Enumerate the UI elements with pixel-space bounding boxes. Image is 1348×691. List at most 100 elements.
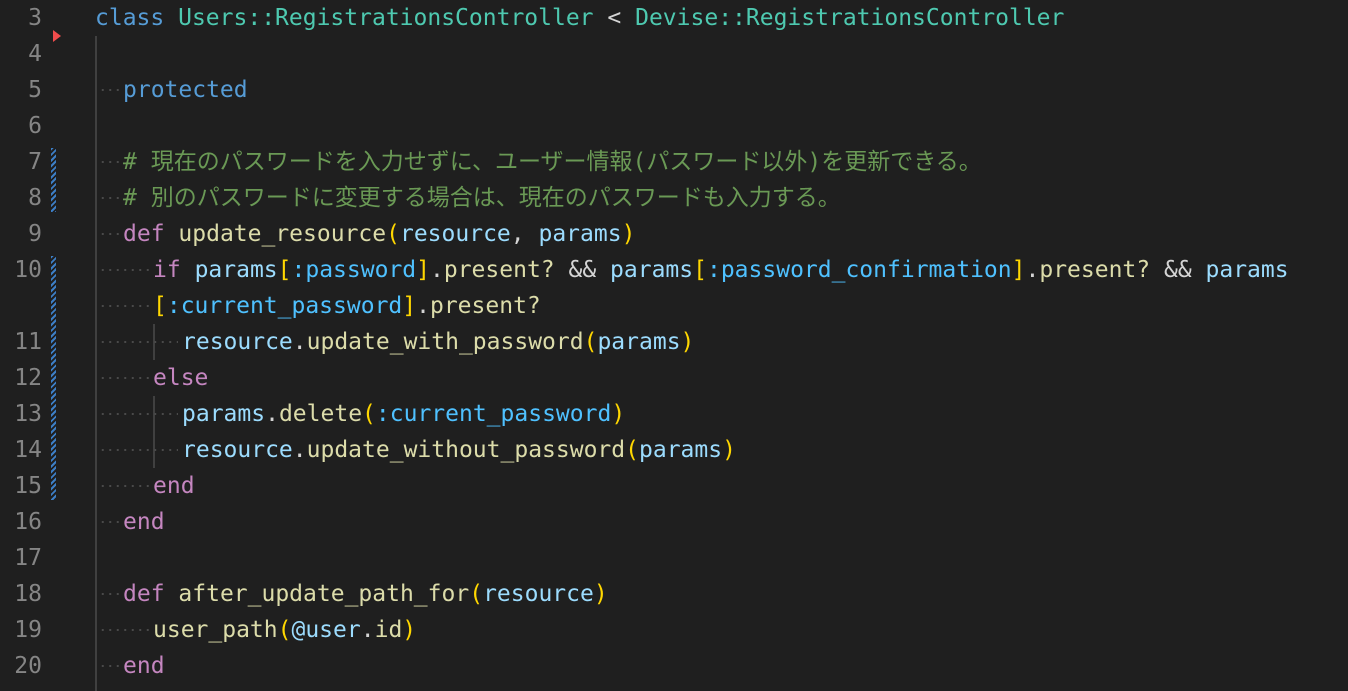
code-token: ( (625, 437, 639, 463)
line-number: 12 (14, 365, 42, 391)
code-line[interactable]: [:current_password].present? (0, 288, 1348, 324)
code-token: , (510, 221, 539, 247)
code-line[interactable]: 17 (0, 540, 1348, 576)
whitespace-dots (99, 377, 149, 379)
line-number: 19 (14, 617, 42, 643)
code-token: params (610, 257, 694, 283)
code-token: :password (291, 257, 417, 283)
code-token: ( (386, 221, 400, 247)
code-token: [ (153, 293, 167, 319)
code-line[interactable]: 9 def update_resource(resource, params) (0, 216, 1348, 252)
code-token: end (123, 653, 165, 679)
line-number: 20 (14, 653, 42, 679)
code-token: user_path (153, 617, 278, 643)
code-token: . (292, 437, 307, 463)
code-token: ( (583, 329, 598, 355)
whitespace-dots (99, 521, 119, 523)
code-token: params (639, 437, 723, 463)
code-token: resource (182, 437, 293, 463)
line-number: 13 (14, 401, 42, 427)
code-token: ) (402, 617, 417, 643)
code-line[interactable]: 6 (0, 108, 1348, 144)
code-token: delete (278, 401, 363, 427)
whitespace-dots (99, 269, 149, 271)
code-token: present? (1039, 257, 1151, 283)
code-token: def (123, 221, 165, 247)
code-token: resource (483, 581, 594, 607)
code-token: after_update_path_for (178, 581, 470, 607)
code-token: < (607, 5, 622, 31)
code-text: # 別のパスワードに変更する場合は、現在のパスワードも入力する。 (123, 180, 841, 216)
code-token: ) (593, 581, 608, 607)
code-text: resource.update_without_password(params) (182, 432, 736, 468)
code-line[interactable]: 11 resource.update_with_password(params) (0, 324, 1348, 360)
whitespace-dots (99, 197, 119, 199)
code-line[interactable]: 5 protected (0, 72, 1348, 108)
line-number: 7 (28, 149, 42, 175)
code-token: present? (443, 257, 555, 283)
code-text: resource.update_with_password(params) (182, 324, 694, 360)
line-number: 8 (28, 185, 42, 211)
code-token: present? (429, 293, 541, 319)
line-number: 16 (14, 509, 42, 535)
whitespace-dots (99, 665, 119, 667)
code-text: else (153, 360, 208, 396)
code-text: class Users::RegistrationsController < D… (95, 0, 1064, 36)
code-text: def after_update_path_for(resource) (123, 576, 608, 612)
code-line[interactable]: 4 (0, 36, 1348, 72)
code-token: ) (680, 329, 695, 355)
whitespace-dots (99, 161, 119, 163)
code-line[interactable]: 10 if params[:password].present? && param… (0, 252, 1348, 288)
code-line[interactable]: 16 end (0, 504, 1348, 540)
code-token: ) (621, 221, 636, 247)
code-token: ( (277, 617, 292, 643)
code-line[interactable]: 12 else (0, 360, 1348, 396)
code-line[interactable]: 8 # 別のパスワードに変更する場合は、現在のパスワードも入力する。 (0, 180, 1348, 216)
code-token: . (416, 293, 430, 319)
code-token: # 別のパスワードに変更する場合は、現在のパスワードも入力する。 (123, 185, 841, 211)
code-token: :current_password (375, 401, 612, 427)
code-token: && (554, 257, 611, 283)
line-number: 14 (14, 437, 42, 463)
code-token: protected (123, 77, 248, 103)
line-number: 10 (14, 257, 42, 283)
code-editor[interactable]: 3 class Users::RegistrationsController < … (0, 0, 1348, 691)
code-token: :password_confirmation (706, 257, 1012, 283)
code-line[interactable]: 20 end (0, 648, 1348, 684)
whitespace-dots (99, 233, 119, 235)
code-token: . (1025, 257, 1040, 283)
code-token: id (374, 617, 403, 643)
code-token: update_with_password (306, 329, 584, 355)
code-text: params.delete(:current_password) (182, 396, 625, 432)
code-line[interactable]: 13 params.delete(:current_password) (0, 396, 1348, 432)
code-token: update_resource (178, 221, 387, 247)
line-number: 5 (28, 77, 42, 103)
code-line[interactable]: 18 def after_update_path_for(resource) (0, 576, 1348, 612)
code-text: end (153, 468, 195, 504)
code-line[interactable]: 14 resource.update_without_password(param… (0, 432, 1348, 468)
code-token: if (153, 257, 181, 283)
line-number: 6 (28, 113, 42, 139)
code-token: ] (402, 293, 417, 319)
code-text: [:current_password].present? (153, 288, 541, 324)
code-token: . (292, 329, 307, 355)
code-text: end (123, 504, 165, 540)
code-token: . (430, 257, 444, 283)
whitespace-dots (99, 341, 178, 343)
code-line[interactable]: 7 # 現在のパスワードを入力せずに、ユーザー情報(パスワード以外)を更新できる。 (0, 144, 1348, 180)
code-line[interactable]: 15 end (0, 468, 1348, 504)
code-token: [ (277, 257, 292, 283)
whitespace-dots (99, 449, 178, 451)
code-line[interactable]: 19 user_path(@user.id) (0, 612, 1348, 648)
line-number: 11 (14, 329, 42, 355)
line-number: 9 (28, 221, 42, 247)
code-text: if params[:password].present? && params[… (153, 252, 1289, 288)
code-token: ] (1011, 257, 1026, 283)
code-line[interactable]: 3 class Users::RegistrationsController < … (0, 0, 1348, 36)
line-number: 18 (14, 581, 42, 607)
code-token: && (1150, 257, 1206, 283)
code-token: ) (722, 437, 736, 463)
code-token: end (123, 509, 165, 535)
